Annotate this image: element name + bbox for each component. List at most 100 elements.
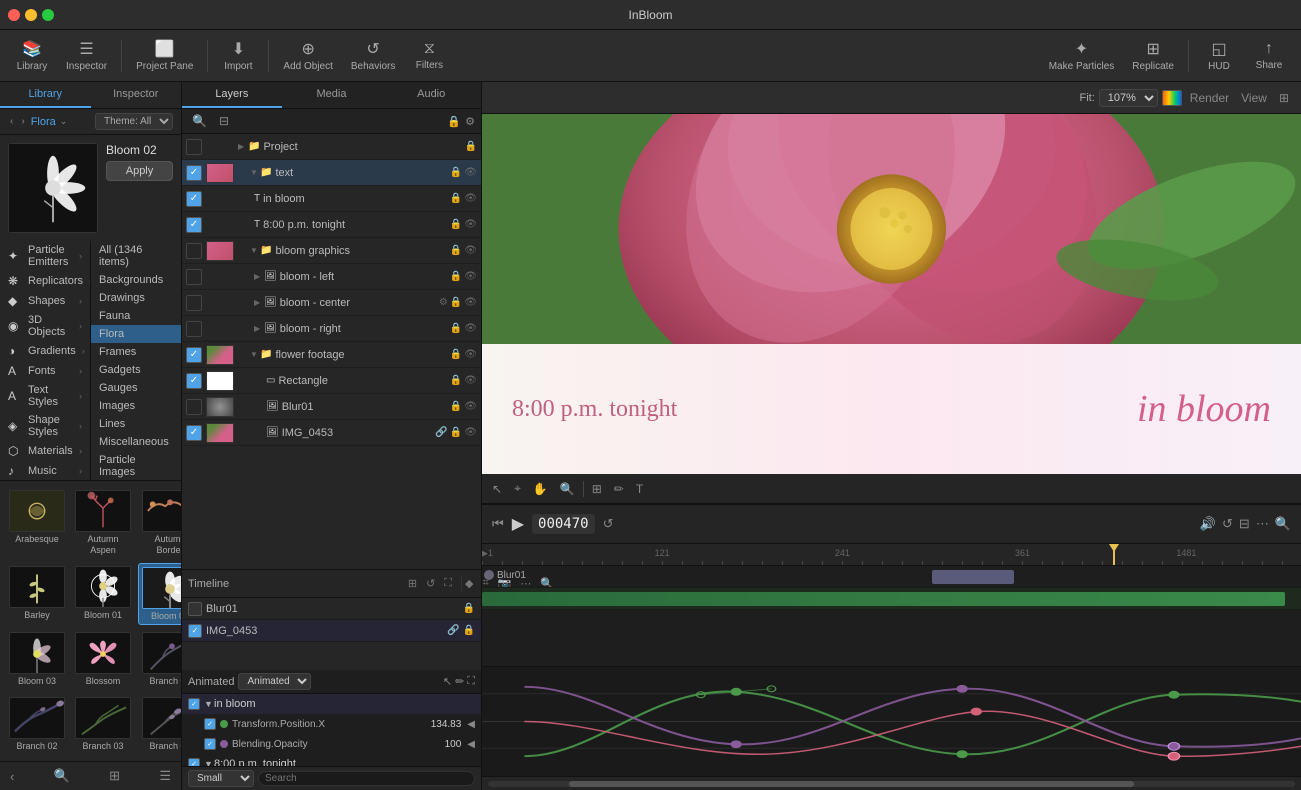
import-button[interactable]: ⬇ Import <box>214 35 262 76</box>
tl-keyframe-button[interactable]: ◆ <box>462 576 476 591</box>
track-blur01-bar[interactable] <box>932 570 1014 584</box>
subcat-gauges[interactable]: Gauges <box>91 379 181 397</box>
maximize-button[interactable] <box>42 9 54 21</box>
pb-more-button[interactable]: ⋯ <box>1256 516 1269 532</box>
category-shapes[interactable]: ◆ Shapes › <box>0 291 90 311</box>
library-list-button[interactable]: ☰ <box>157 766 173 786</box>
layer-text-group[interactable]: ✓ ▼ 📁 text 🔒 👁 <box>182 160 481 186</box>
layer-bloom-graphics[interactable]: ▼ 📁 bloom graphics 🔒 👁 <box>182 238 481 264</box>
layers-lock-button[interactable]: 🔒 <box>447 115 461 128</box>
category-materials[interactable]: ⬡ Materials › <box>0 441 90 461</box>
behaviors-button[interactable]: ↺ Behaviors <box>343 35 403 76</box>
pan-tool[interactable]: ✋ <box>529 480 552 498</box>
tl-row-img0453[interactable]: ✓ IMG_0453 🔗 🔒 <box>182 620 481 642</box>
category-replicators[interactable]: ❋ Replicators › <box>0 271 90 291</box>
timeline-scrollbar[interactable] <box>482 776 1301 790</box>
select-tool[interactable]: ↖ <box>488 480 506 498</box>
layer-bloom-right-check[interactable] <box>186 321 202 337</box>
layer-in-bloom[interactable]: ✓ T in bloom 🔒 👁 <box>182 186 481 212</box>
hud-button[interactable]: ◱ HUD <box>1195 35 1243 76</box>
layer-img0453-check[interactable]: ✓ <box>186 425 202 441</box>
library-search-button[interactable]: 🔍 <box>52 766 72 786</box>
layer-project-check[interactable] <box>186 139 202 155</box>
layer-flower-footage-expand[interactable]: ▼ <box>250 350 260 359</box>
nav-forward-button[interactable]: › <box>19 114 26 129</box>
tl-row-blur01[interactable]: Blur01 🔒 <box>182 598 481 620</box>
anim-pen-button[interactable]: ✏ <box>455 675 464 688</box>
tl-blur01-check[interactable] <box>188 602 202 616</box>
grid-item-bloom02[interactable]: Bloom 02 <box>138 563 181 626</box>
view-button[interactable]: View <box>1237 89 1271 107</box>
grid-item-bloom01[interactable]: Bloom 01 <box>72 563 134 626</box>
library-grid-button[interactable]: ⊞ <box>107 766 122 786</box>
make-particles-button[interactable]: ✦ Make Particles <box>1041 35 1123 76</box>
grid-item-arabesque[interactable]: Arabesque <box>6 487 68 559</box>
theme-select[interactable]: Theme: All <box>95 113 173 130</box>
layer-bloom-graphics-check[interactable] <box>186 243 202 259</box>
category-3d-objects[interactable]: ◉ 3D Objects › <box>0 311 90 341</box>
filters-button[interactable]: ⧖ Filters <box>405 36 453 75</box>
layer-flower-footage[interactable]: ✓ ▼ 📁 flower footage 🔒 👁 <box>182 342 481 368</box>
kf-opacity-check[interactable]: ✓ <box>204 738 216 750</box>
project-pane-button[interactable]: ⬜ Project Pane <box>128 35 201 76</box>
close-button[interactable] <box>8 9 20 21</box>
inspector-button[interactable]: ☰ Inspector <box>58 35 115 76</box>
subcat-drawings[interactable]: Drawings <box>91 289 181 307</box>
kf-group-8pm[interactable]: ✓ ▼ 8:00 p.m. tonight <box>182 754 481 766</box>
tab-inspector[interactable]: Inspector <box>91 82 182 108</box>
replicate-button[interactable]: ⊞ Replicate <box>1124 35 1182 76</box>
grid-item-branch02[interactable]: Branch 02 <box>6 694 68 755</box>
library-back-button[interactable]: ‹ <box>8 767 16 786</box>
anim-cursor-button[interactable]: ↖ <box>443 675 452 688</box>
layer-blur01-check[interactable] <box>186 399 202 415</box>
subcat-lines[interactable]: Lines <box>91 415 181 433</box>
share-button[interactable]: ↑ Share <box>1245 36 1293 75</box>
grid-item-branch01[interactable]: Branch 01 <box>138 629 181 690</box>
tl-img0453-check[interactable]: ✓ <box>188 624 202 638</box>
layer-project[interactable]: ▶ 📁 Project 🔒 <box>182 134 481 160</box>
layer-bloom-left-expand[interactable]: ▶ <box>254 272 264 281</box>
library-button[interactable]: 📚 Library <box>8 35 56 76</box>
kf-8pm-check[interactable]: ✓ <box>188 758 200 766</box>
zoom-tool[interactable]: 🔍 <box>556 480 579 498</box>
layer-text-check[interactable]: ✓ <box>186 165 202 181</box>
select-bezier-tool[interactable]: ⌖ <box>510 479 525 498</box>
go-start-button[interactable]: ⏮ <box>492 516 504 532</box>
subcat-frames[interactable]: Frames <box>91 343 181 361</box>
timeline-search-input[interactable] <box>258 771 475 786</box>
layer-bloom-left-check[interactable] <box>186 269 202 285</box>
tab-audio[interactable]: Audio <box>381 82 481 108</box>
kf-tx-check[interactable]: ✓ <box>204 718 216 730</box>
layer-8pm[interactable]: ✓ T 8:00 p.m. tonight 🔒 👁 <box>182 212 481 238</box>
add-object-button[interactable]: ⊕ Add Object <box>275 35 340 76</box>
category-text-styles[interactable]: A Text Styles › <box>0 381 90 411</box>
grid-item-autumn-aspen[interactable]: Autumn Aspen <box>72 487 134 559</box>
tl-grid-button[interactable]: ⊞ <box>405 576 420 591</box>
grid-item-autumn-border[interactable]: Autumn Border <box>138 487 181 559</box>
subcat-flora[interactable]: Flora <box>91 325 181 343</box>
layer-in-bloom-check[interactable]: ✓ <box>186 191 202 207</box>
timeline-scroll-thumb[interactable] <box>569 781 1134 787</box>
grid-item-branch04[interactable]: Branch 04 <box>138 694 181 755</box>
pb-audio-button[interactable]: 🔊 <box>1200 516 1216 532</box>
layer-bloom-left[interactable]: ▶ 🖼 bloom - left 🔒 👁 <box>182 264 481 290</box>
nav-back-button[interactable]: ‹ <box>8 114 15 129</box>
category-shape-styles[interactable]: ◈ Shape Styles › <box>0 411 90 441</box>
grid-item-bloom03[interactable]: Bloom 03 <box>6 629 68 690</box>
track-img0453-bar[interactable] <box>482 592 1285 606</box>
color-swatch-button[interactable] <box>1162 90 1182 106</box>
category-particle-emitters[interactable]: ✦ Particle Emitters › <box>0 241 90 271</box>
subcat-fauna[interactable]: Fauna <box>91 307 181 325</box>
text-tool[interactable]: T <box>632 480 647 498</box>
layer-rectangle[interactable]: ✓ ▭ Rectangle 🔒 👁 <box>182 368 481 394</box>
pb-loop-button[interactable]: ↺ <box>1222 516 1233 532</box>
layer-bloom-center-expand[interactable]: ▶ <box>254 298 264 307</box>
grid-item-barley[interactable]: Barley <box>6 563 68 626</box>
preview-options-button[interactable]: ⊞ <box>1275 89 1293 107</box>
size-select[interactable]: Small Medium Large <box>188 770 254 787</box>
category-music[interactable]: ♪ Music › <box>0 461 90 480</box>
subcat-gadgets[interactable]: Gadgets <box>91 361 181 379</box>
timeline-scroll-track[interactable] <box>488 781 1295 787</box>
layers-options-button[interactable]: ⚙ <box>465 115 475 128</box>
pb-zoom-button[interactable]: 🔍 <box>1275 516 1291 532</box>
